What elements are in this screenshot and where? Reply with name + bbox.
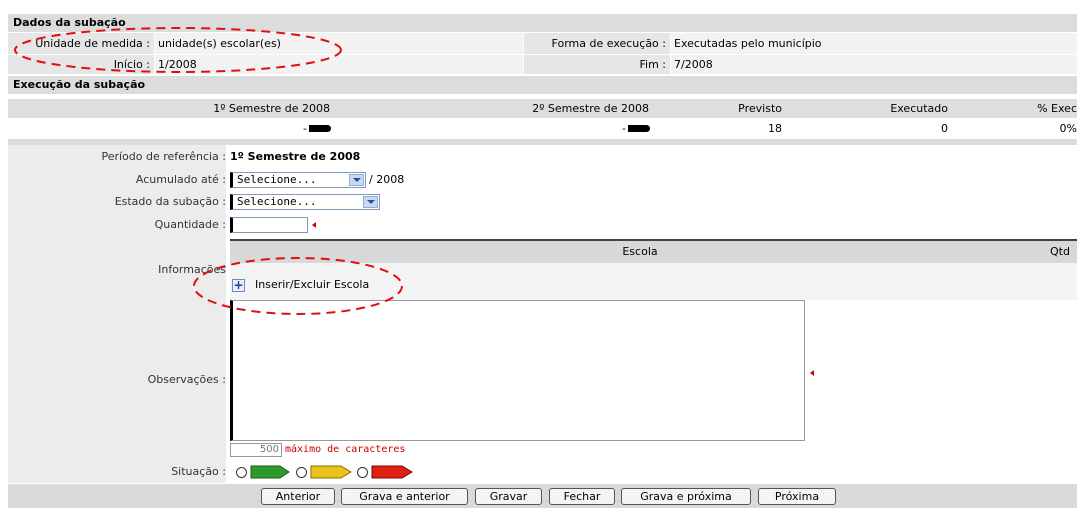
chevron-down-icon: [363, 196, 378, 208]
val-percent: 0%: [1059, 122, 1077, 135]
qtd-header: Qtd: [1050, 245, 1070, 258]
quantidade-input[interactable]: [230, 217, 308, 233]
val-sem2: -: [622, 122, 626, 135]
col-previsto: Previsto: [738, 102, 782, 115]
gravar-button[interactable]: Gravar: [475, 488, 542, 505]
estado-label: Estado da subação :: [114, 195, 226, 208]
col-sem2: 2º Semestre de 2008: [532, 102, 649, 115]
acumulado-select-value: Selecione...: [237, 173, 317, 186]
fechar-button[interactable]: Fechar: [549, 488, 615, 505]
dados-row-2: Início : 1/2008 Fim : 7/2008: [8, 55, 1077, 74]
col-percent: % Exec: [1037, 102, 1077, 115]
situacao-radio-yellow[interactable]: [296, 467, 307, 478]
inserir-excluir-link[interactable]: Inserir/Excluir Escola: [255, 277, 369, 293]
observacoes-label: Observações :: [147, 373, 226, 386]
execucao-data-row: - - 18 0 0%: [8, 119, 1077, 138]
execucao-header-row: 1º Semestre de 2008 2º Semestre de 2008 …: [8, 99, 1077, 118]
val-executado: 0: [941, 122, 948, 135]
arrow-shape: [628, 125, 650, 132]
escola-header: Escola: [622, 245, 658, 258]
dados-section-title: Dados da subação: [8, 14, 1077, 32]
estado-select-value: Selecione...: [237, 195, 317, 208]
periodo-label: Período de referência :: [101, 150, 226, 163]
acumulado-label: Acumulado até :: [135, 173, 226, 186]
quantidade-label: Quantidade :: [154, 218, 226, 231]
val-sem1: -: [303, 122, 307, 135]
arrow-shape: [309, 125, 331, 132]
estado-select[interactable]: Selecione...: [230, 194, 380, 210]
char-counter: 500: [230, 443, 282, 457]
required-marker-icon: [810, 370, 814, 376]
proxima-button[interactable]: Próxima: [758, 488, 836, 505]
fim-value: 7/2008: [671, 55, 1077, 74]
chevron-down-icon: [349, 174, 364, 186]
informacoes-label: Informações: [158, 263, 226, 276]
execucao-section-title: Execução da subação: [8, 76, 1077, 94]
char-limit-label: máximo de caracteres: [285, 444, 406, 455]
periodo-value: 1º Semestre de 2008: [230, 150, 361, 163]
acumulado-select[interactable]: Selecione...: [230, 172, 366, 188]
situacao-radio-red[interactable]: [357, 467, 368, 478]
grava-proxima-button[interactable]: Grava e próxima: [621, 488, 751, 505]
required-marker-icon: [312, 222, 316, 228]
observacoes-textarea[interactable]: [230, 300, 805, 441]
acumulado-year: / 2008: [369, 173, 405, 186]
anterior-button[interactable]: Anterior: [261, 488, 335, 505]
red-arrow-icon: [371, 465, 413, 479]
col-sem1: 1º Semestre de 2008: [213, 102, 330, 115]
situacao-label: Situação :: [171, 465, 226, 478]
dados-row-1: Unidade de medida : unidade(s) escolar(e…: [8, 33, 1077, 54]
forma-value: Executadas pelo município: [671, 33, 1077, 54]
situacao-radio-green[interactable]: [236, 467, 247, 478]
plus-icon[interactable]: +: [232, 279, 245, 292]
fim-label: Fim :: [524, 55, 670, 74]
col-executado: Executado: [890, 102, 948, 115]
yellow-arrow-icon: [310, 465, 352, 479]
unidade-value: unidade(s) escolar(es): [155, 33, 523, 54]
button-bar: [8, 484, 1077, 508]
inicio-value: 1/2008: [155, 55, 523, 74]
inicio-label: Início :: [8, 55, 154, 74]
forma-label: Forma de execução :: [524, 33, 670, 54]
green-arrow-icon: [250, 465, 290, 479]
val-previsto: 18: [768, 122, 782, 135]
escola-table-header: Escola Qtd: [230, 241, 1077, 263]
grava-anterior-button[interactable]: Grava e anterior: [341, 488, 468, 505]
unidade-label: Unidade de medida :: [8, 33, 154, 54]
